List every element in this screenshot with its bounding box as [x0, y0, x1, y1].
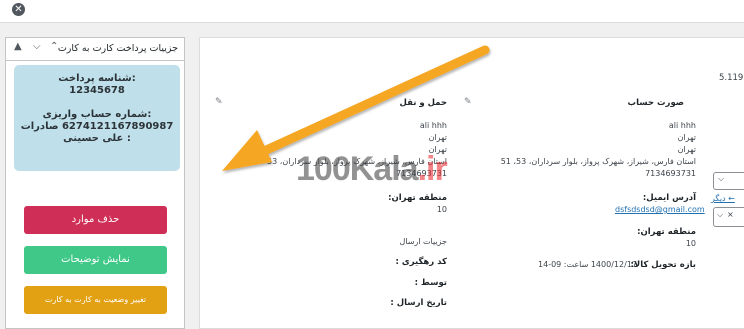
arrow-head [222, 130, 272, 171]
annotation-arrow [222, 45, 490, 171]
arrow-shaft [257, 45, 490, 157]
